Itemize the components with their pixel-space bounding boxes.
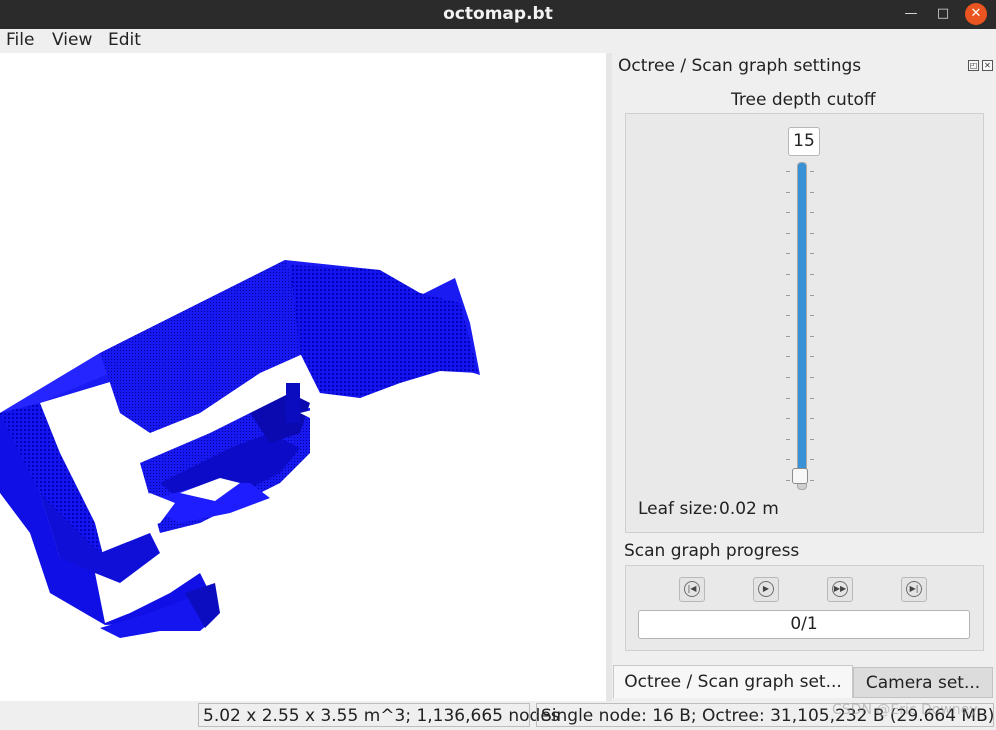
- slider-tick: [786, 459, 790, 461]
- slider-tick: [810, 253, 814, 255]
- restore-icon[interactable]: ◰: [968, 60, 979, 71]
- slider-tick: [786, 274, 790, 275]
- skip-back-button[interactable]: |◀: [679, 577, 705, 602]
- tab-octree-settings[interactable]: Octree / Scan graph set...: [613, 665, 853, 698]
- status-dimensions: 5.02 x 2.55 x 3.55 m^3; 1,136,665 nodes: [198, 703, 560, 727]
- slider-tick: [786, 232, 790, 234]
- slider-tick: [810, 171, 814, 172]
- close-window-icon[interactable]: ✕: [965, 3, 987, 25]
- slider-tick: [810, 232, 814, 234]
- slider-tick: [786, 315, 790, 317]
- slider-tick: [786, 418, 790, 420]
- slider-tick: [810, 480, 814, 481]
- menu-edit[interactable]: Edit: [108, 30, 141, 50]
- fast-forward-button[interactable]: ▶▶: [827, 577, 853, 602]
- watermark: CSDN @Eric Downey: [832, 702, 978, 718]
- menubar: File View Edit: [0, 29, 996, 53]
- fast-forward-icon: ▶▶: [832, 581, 848, 597]
- scan-progress-bar: 0/1: [638, 610, 970, 639]
- tree-depth-label: Tree depth cutoff: [731, 90, 876, 110]
- dock-titlebar: Octree / Scan graph settings ◰ ✕: [612, 53, 996, 79]
- slider-tick: [786, 253, 790, 255]
- 3d-viewer[interactable]: [0, 53, 606, 701]
- slider-tick: [810, 294, 814, 296]
- play-button[interactable]: ▶: [753, 577, 779, 602]
- dock-title: Octree / Scan graph settings: [618, 56, 862, 76]
- slider-tick: [810, 356, 814, 358]
- slider-tick: [786, 480, 790, 481]
- depth-slider-handle[interactable]: [792, 467, 808, 484]
- slider-tick: [786, 191, 790, 193]
- slider-tick: [810, 397, 814, 399]
- window-titlebar: octomap.bt — □ ✕: [0, 0, 996, 29]
- slider-tick: [786, 438, 790, 440]
- maximize-icon[interactable]: □: [932, 3, 954, 25]
- slider-tick: [786, 356, 790, 358]
- slider-tick: [786, 294, 790, 296]
- depth-value[interactable]: 15: [788, 127, 820, 156]
- dock-splitter[interactable]: [606, 53, 612, 701]
- skip-back-icon: |◀: [684, 581, 700, 597]
- scan-graph-label: Scan graph progress: [624, 541, 800, 561]
- leaf-size-label: Leaf size:: [638, 499, 719, 519]
- close-icon[interactable]: ✕: [982, 60, 993, 71]
- leaf-size-value: 0.02 m: [719, 499, 779, 519]
- window-title: octomap.bt: [443, 4, 553, 24]
- slider-tick: [810, 459, 814, 461]
- slider-tick: [786, 171, 790, 172]
- slider-tick: [786, 397, 790, 399]
- slider-tick: [810, 315, 814, 317]
- menu-file[interactable]: File: [6, 30, 34, 50]
- slider-tick: [786, 212, 790, 214]
- menu-view[interactable]: View: [52, 30, 92, 50]
- slider-tick: [810, 335, 814, 337]
- slider-tick: [810, 191, 814, 193]
- play-icon: ▶: [758, 581, 774, 597]
- octomap-render: [0, 260, 480, 638]
- tab-camera-settings[interactable]: Camera set...: [853, 667, 993, 698]
- slider-tick: [810, 377, 814, 378]
- slider-tick: [810, 438, 814, 440]
- slider-tick: [810, 212, 814, 214]
- depth-slider-fill: [798, 163, 806, 476]
- slider-tick: [810, 274, 814, 275]
- slider-tick: [786, 335, 790, 337]
- skip-end-icon: ▶|: [906, 581, 922, 597]
- slider-tick: [786, 377, 790, 378]
- skip-end-button[interactable]: ▶|: [901, 577, 927, 602]
- slider-tick: [810, 418, 814, 420]
- minimize-icon[interactable]: —: [900, 3, 922, 25]
